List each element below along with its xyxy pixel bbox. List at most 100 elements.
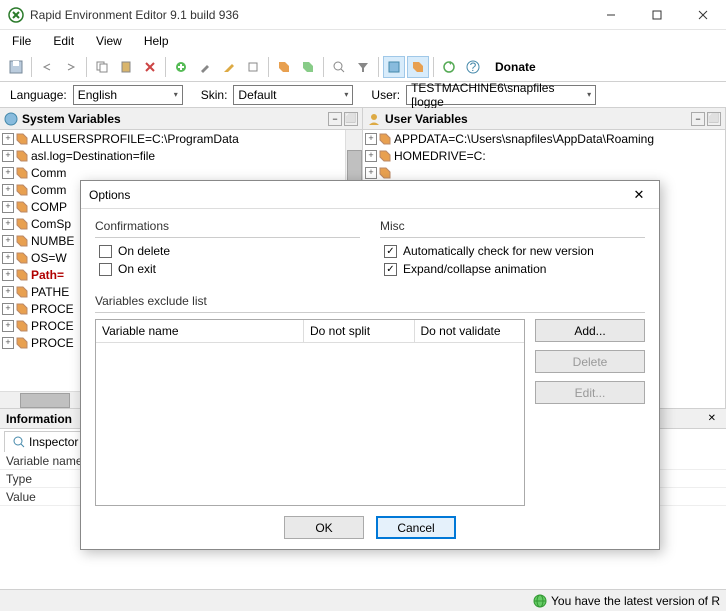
tree-row[interactable]: + [363, 164, 725, 181]
tag-icon [16, 269, 28, 281]
tag-icon [16, 235, 28, 247]
user-select[interactable]: TESTMACHINE6\snapfiles [logge▾ [406, 85, 596, 105]
edit-button[interactable]: Edit... [535, 381, 645, 404]
donate-button[interactable]: Donate [489, 58, 542, 76]
system-panel-header: System Variables −⬜ [0, 108, 362, 130]
view1-icon[interactable] [383, 56, 405, 78]
skin-select[interactable]: Default▾ [233, 85, 353, 105]
inspector-tab[interactable]: Inspector [4, 431, 87, 452]
tag-icon [16, 167, 28, 179]
tree-label: PROCE [31, 319, 74, 333]
maximize-button[interactable] [634, 0, 680, 30]
add-button[interactable]: Add... [535, 319, 645, 342]
menu-view[interactable]: View [92, 32, 126, 50]
tag-icon [16, 150, 28, 162]
exclude-listbox[interactable]: Variable name Do not split Do not valida… [95, 319, 525, 506]
refresh-icon[interactable] [438, 56, 460, 78]
menu-edit[interactable]: Edit [49, 32, 78, 50]
ok-button[interactable]: OK [284, 516, 364, 539]
info-close-icon[interactable]: ✕ [704, 413, 720, 424]
delete-button[interactable]: Delete [535, 350, 645, 373]
tree-row[interactable]: +APPDATA=C:\Users\snapfiles\AppData\Roam… [363, 130, 725, 147]
inspector-icon [13, 436, 25, 448]
expand-icon[interactable]: + [2, 150, 14, 162]
auto-check-checkbox[interactable]: ✓ [384, 245, 397, 258]
expand-icon[interactable]: + [2, 303, 14, 315]
col-do-not-validate[interactable]: Do not validate [415, 320, 525, 342]
on-delete-label: On delete [118, 244, 170, 258]
expand-icon[interactable]: + [2, 235, 14, 247]
auto-check-label: Automatically check for new version [403, 244, 594, 258]
expand-anim-checkbox[interactable]: ✓ [384, 263, 397, 276]
minimize-button[interactable] [588, 0, 634, 30]
menu-file[interactable]: File [8, 32, 35, 50]
panel-max-icon[interactable]: ⬜ [344, 112, 358, 126]
cancel-button[interactable]: Cancel [376, 516, 456, 539]
edit-icon[interactable] [218, 56, 240, 78]
menu-help[interactable]: Help [140, 32, 173, 50]
expand-icon[interactable]: + [2, 167, 14, 179]
expand-icon[interactable]: + [365, 150, 377, 162]
expand-icon[interactable]: + [2, 252, 14, 264]
col-do-not-split[interactable]: Do not split [304, 320, 415, 342]
tag-green-icon[interactable] [297, 56, 319, 78]
expand-icon[interactable]: + [2, 184, 14, 196]
tree-label: asl.log=Destination=file [31, 149, 155, 163]
redo-icon[interactable] [60, 56, 82, 78]
tree-row[interactable]: + asl.log=Destination=file [0, 147, 362, 164]
panel-collapse-icon[interactable]: − [328, 112, 342, 126]
exclude-title: Variables exclude list [95, 294, 645, 308]
expand-icon[interactable]: + [2, 337, 14, 349]
search-icon[interactable] [328, 56, 350, 78]
expand-icon[interactable]: + [2, 218, 14, 230]
system-panel-title: System Variables [22, 112, 328, 126]
toolbar: ? Donate [0, 52, 726, 82]
tree-label: OS=W [31, 251, 67, 265]
misc-group: Misc ✓ Automatically check for new versio… [380, 219, 645, 280]
svg-text:?: ? [470, 60, 477, 74]
tree-row[interactable]: + ALLUSERSPROFILE=C:\ProgramData [0, 130, 362, 147]
expand-icon[interactable]: + [2, 320, 14, 332]
panel-max-icon[interactable]: ⬜ [707, 112, 721, 126]
panel-collapse-icon[interactable]: − [691, 112, 705, 126]
statusbar: You have the latest version of R [0, 589, 726, 611]
on-exit-checkbox[interactable] [99, 263, 112, 276]
filter-icon[interactable] [352, 56, 374, 78]
tree-row[interactable]: +Comm [0, 164, 362, 181]
copy-icon[interactable] [91, 56, 113, 78]
expand-icon[interactable]: + [2, 133, 14, 145]
dialog-titlebar: Options ✕ [81, 181, 659, 209]
paste-icon[interactable] [115, 56, 137, 78]
language-select[interactable]: English▾ [73, 85, 183, 105]
tool2-icon[interactable] [242, 56, 264, 78]
expand-icon[interactable]: + [2, 269, 14, 281]
misc-title: Misc [380, 219, 645, 233]
user-icon [367, 112, 381, 126]
expand-icon[interactable]: + [2, 201, 14, 213]
close-button[interactable] [680, 0, 726, 30]
expand-icon[interactable]: + [365, 167, 377, 179]
on-delete-checkbox[interactable] [99, 245, 112, 258]
expand-icon[interactable]: + [2, 286, 14, 298]
view2-icon[interactable] [407, 56, 429, 78]
tag-icon [16, 303, 28, 315]
tree-label: Comm [31, 183, 66, 197]
dialog-close-button[interactable]: ✕ [619, 181, 659, 209]
tool-icon[interactable] [194, 56, 216, 78]
tag-icon [16, 286, 28, 298]
expand-anim-label: Expand/collapse animation [403, 262, 546, 276]
add-icon[interactable] [170, 56, 192, 78]
tag-icon [379, 133, 391, 145]
tree-label: PROCE [31, 336, 74, 350]
save-icon[interactable] [5, 56, 27, 78]
dialog-title: Options [89, 188, 619, 202]
tree-row[interactable]: +HOMEDRIVE=C: [363, 147, 725, 164]
delete-icon[interactable] [139, 56, 161, 78]
col-variable-name[interactable]: Variable name [96, 320, 304, 342]
undo-icon[interactable] [36, 56, 58, 78]
help-icon[interactable]: ? [462, 56, 484, 78]
tree-label: ALLUSERSPROFILE=C:\ProgramData [31, 132, 239, 146]
expand-icon[interactable]: + [365, 133, 377, 145]
tree-label: PATHE [31, 285, 69, 299]
tag-orange-icon[interactable] [273, 56, 295, 78]
